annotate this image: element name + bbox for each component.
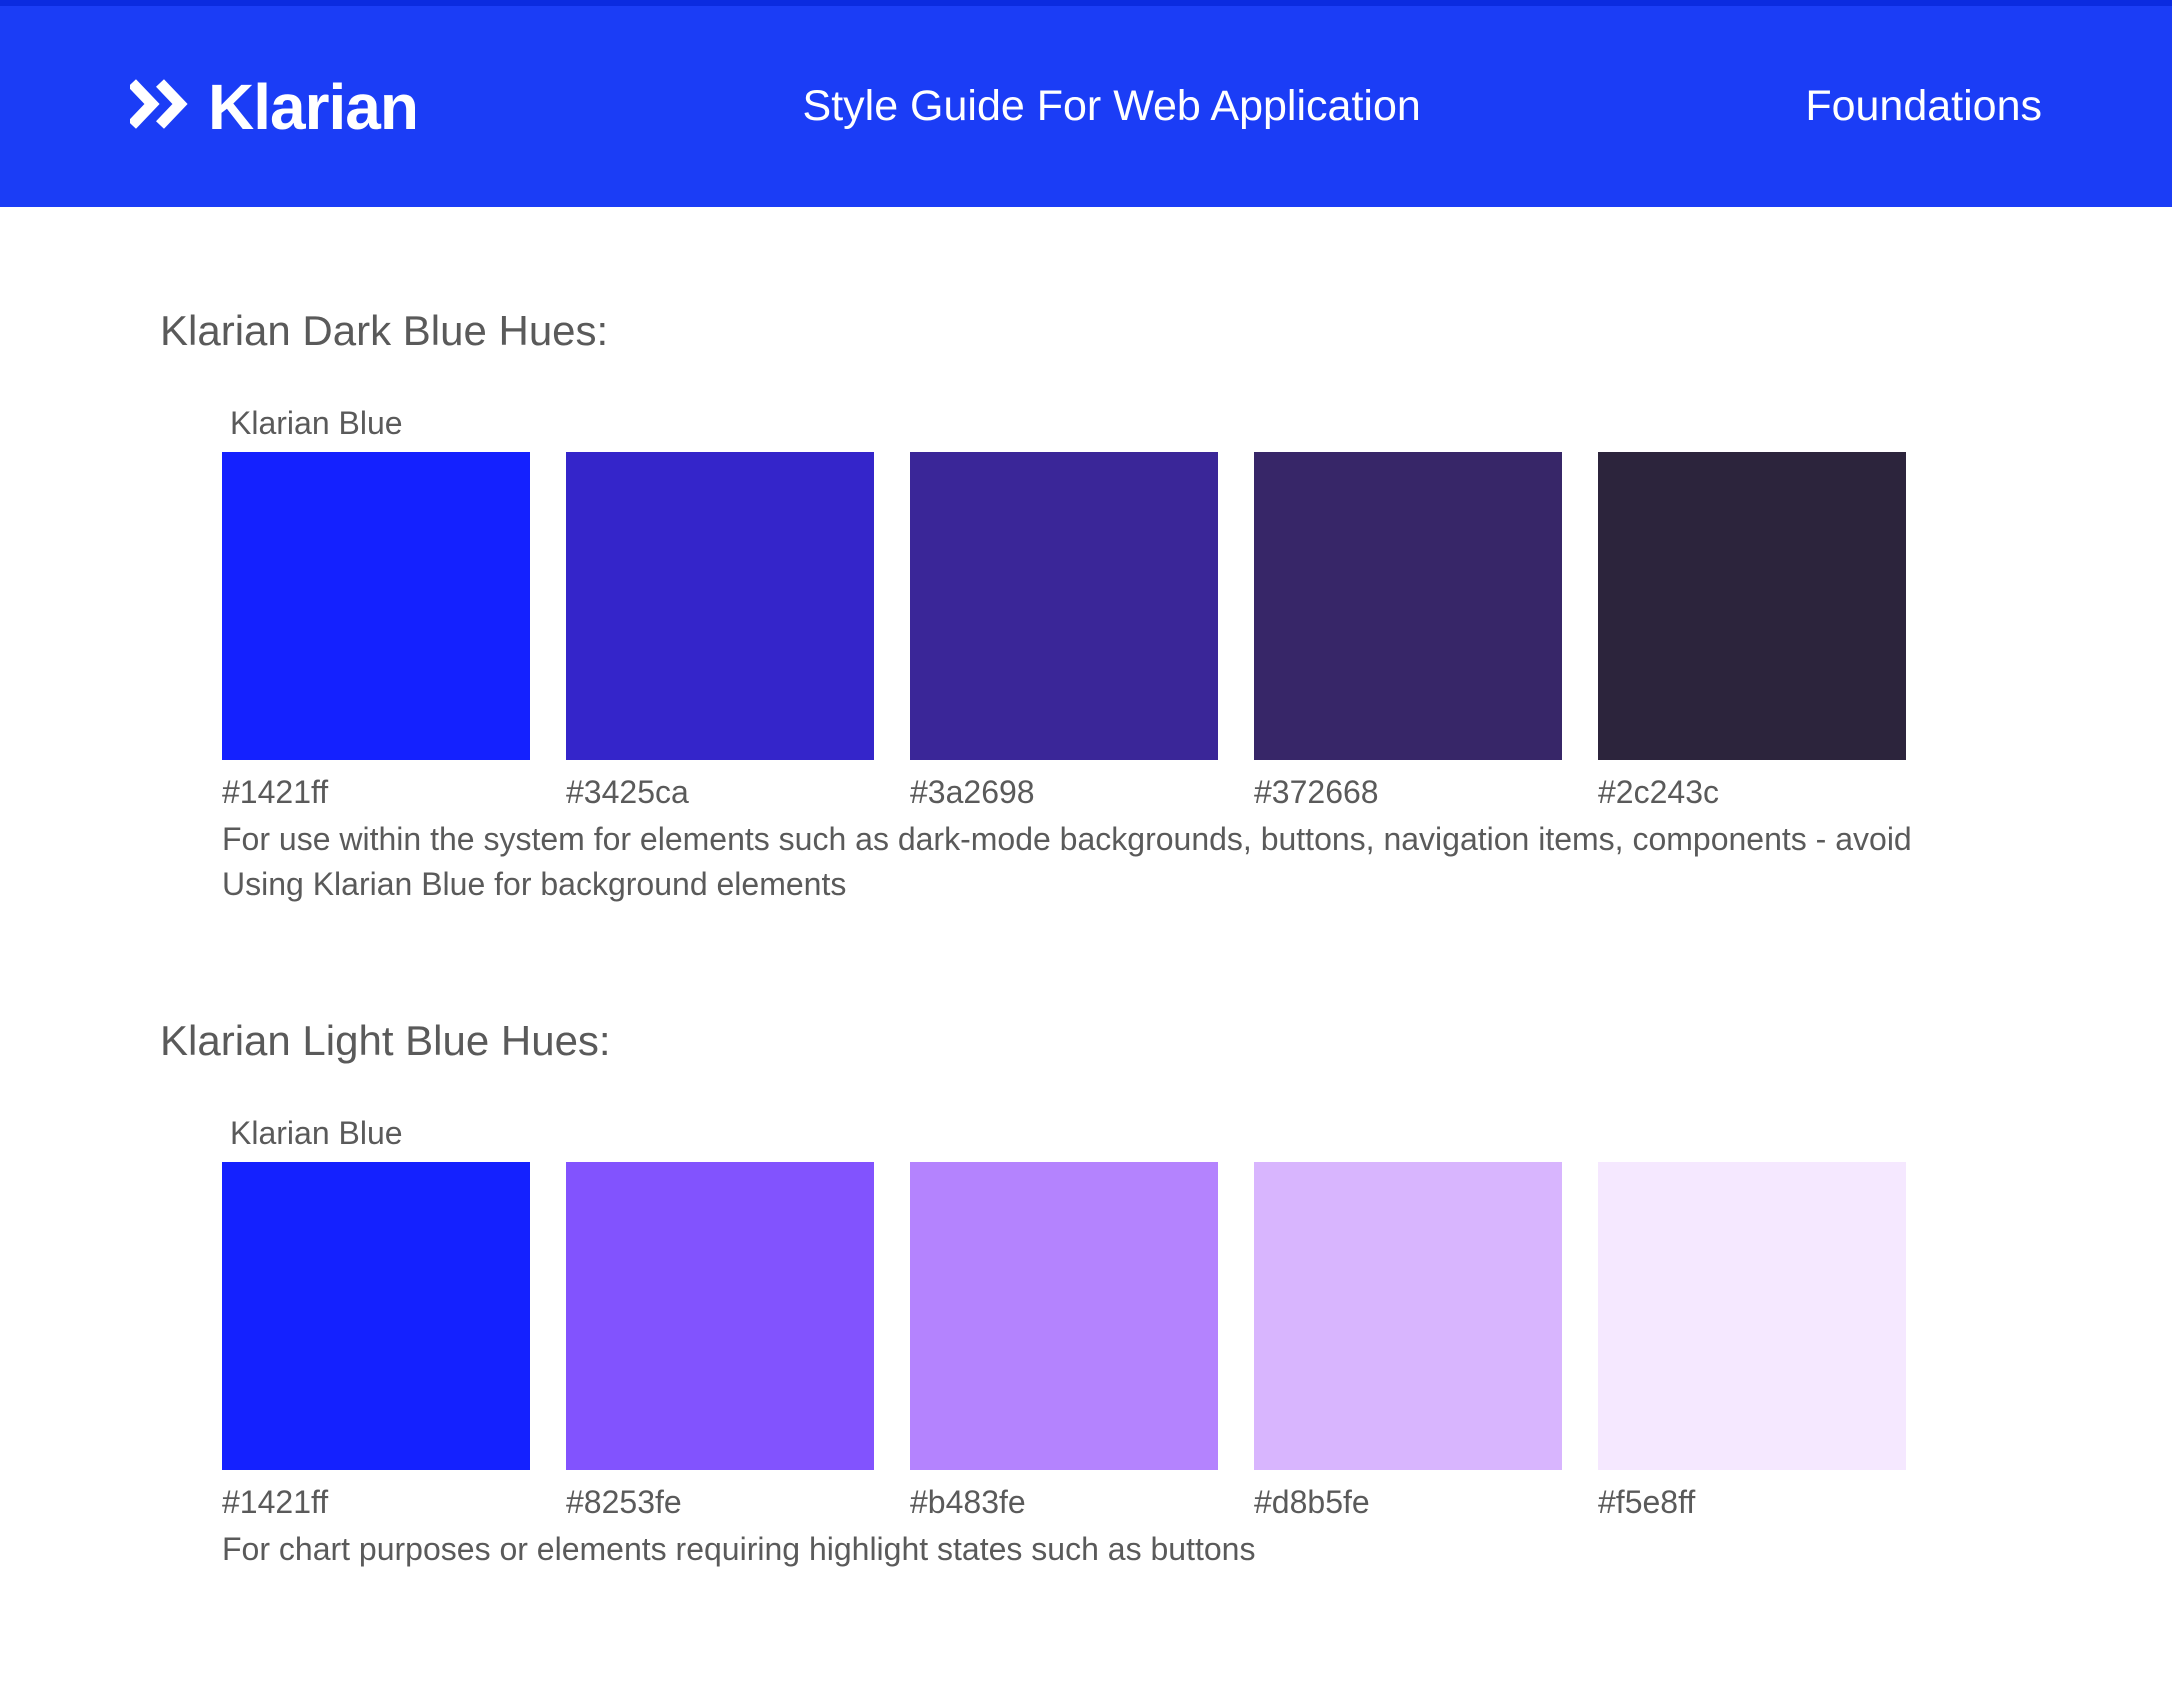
swatch-item: #8253fe: [566, 1162, 874, 1521]
swatch-color: [566, 1162, 874, 1470]
swatch-color: [222, 1162, 530, 1470]
swatch-hex: #1421ff: [222, 1484, 530, 1521]
swatch-item: #3425ca: [566, 452, 874, 811]
light-hues-heading: Klarian Light Blue Hues:: [160, 1017, 2012, 1065]
swatch-color: [566, 452, 874, 760]
swatch-item: #d8b5fe: [1254, 1162, 1562, 1521]
swatch-color: [1254, 452, 1562, 760]
swatch-hex: #8253fe: [566, 1484, 874, 1521]
swatch-hex: #b483fe: [910, 1484, 1218, 1521]
swatch-hex: #3425ca: [566, 774, 874, 811]
swatch-color: [222, 452, 530, 760]
header-bar: Klarian Style Guide For Web Application …: [0, 0, 2172, 207]
dark-hues-description: For use within the system for elements s…: [222, 817, 1922, 907]
logo-chevrons-icon: [130, 79, 204, 134]
swatch-item: #3a2698: [910, 452, 1218, 811]
swatch-item: #2c243c: [1598, 452, 1906, 811]
swatch-hex: #2c243c: [1598, 774, 1906, 811]
swatch-hex: #f5e8ff: [1598, 1484, 1906, 1521]
swatch-item: #1421ff: [222, 452, 530, 811]
light-hues-swatch-row: #1421ff #8253fe #b483fe #d8b5fe #f5e8ff: [222, 1162, 2012, 1521]
swatch-hex: #3a2698: [910, 774, 1218, 811]
light-hues-section: Klarian Light Blue Hues: Klarian Blue #1…: [160, 1017, 2012, 1572]
swatch-color: [1254, 1162, 1562, 1470]
swatch-item: #f5e8ff: [1598, 1162, 1906, 1521]
swatch-item: #b483fe: [910, 1162, 1218, 1521]
content-area: Klarian Dark Blue Hues: Klarian Blue #14…: [0, 207, 2172, 1651]
swatch-color: [910, 452, 1218, 760]
swatch-hex: #d8b5fe: [1254, 1484, 1562, 1521]
swatch-color: [1598, 452, 1906, 760]
swatch-color: [1598, 1162, 1906, 1470]
light-hues-description: For chart purposes or elements requiring…: [222, 1527, 1922, 1572]
page-title: Style Guide For Web Application: [803, 82, 1421, 131]
light-hues-primary-label: Klarian Blue: [230, 1115, 2012, 1152]
brand-name: Klarian: [208, 70, 418, 144]
swatch-item: #1421ff: [222, 1162, 530, 1521]
swatch-item: #372668: [1254, 452, 1562, 811]
dark-hues-heading: Klarian Dark Blue Hues:: [160, 307, 2012, 355]
swatch-hex: #372668: [1254, 774, 1562, 811]
dark-hues-swatch-row: #1421ff #3425ca #3a2698 #372668 #2c243c: [222, 452, 2012, 811]
swatch-color: [910, 1162, 1218, 1470]
dark-hues-primary-label: Klarian Blue: [230, 405, 2012, 442]
swatch-hex: #1421ff: [222, 774, 530, 811]
brand-logo: Klarian: [130, 70, 418, 144]
brand-name-text: Klarian: [208, 70, 418, 144]
section-label: Foundations: [1805, 82, 2042, 131]
dark-hues-section: Klarian Dark Blue Hues: Klarian Blue #14…: [160, 307, 2012, 907]
